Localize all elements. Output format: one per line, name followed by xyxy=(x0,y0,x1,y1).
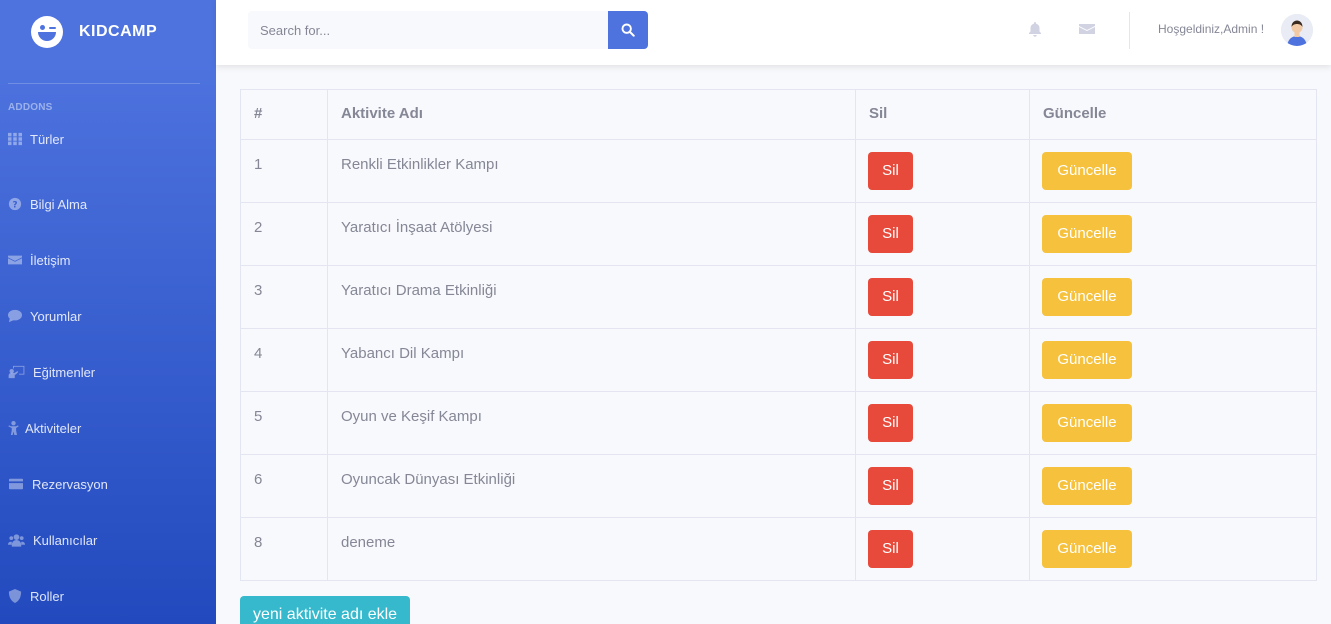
row-id: 2 xyxy=(240,202,328,266)
table-row: 3 Yaratıcı Drama Etkinliği Sil Güncelle xyxy=(240,265,1317,329)
row-id: 1 xyxy=(240,139,328,203)
table-row: 5 Oyun ve Keşif Kampı Sil Güncelle xyxy=(240,391,1317,455)
delete-button[interactable]: Sil xyxy=(868,404,913,442)
column-header-number: # xyxy=(240,89,328,140)
brand-logo-icon xyxy=(31,16,63,48)
add-activity-button[interactable]: yeni aktivite adı ekle xyxy=(240,596,411,624)
sidebar-item-yorumlar[interactable]: Yorumlar xyxy=(0,288,216,344)
delete-button[interactable]: Sil xyxy=(868,215,913,253)
sidebar-item-egitmenler[interactable]: Eğitmenler xyxy=(0,344,216,400)
sidebar-item-label: Türler xyxy=(30,131,64,147)
sidebar-item-label: Rezervasyon xyxy=(32,476,108,492)
sidebar-item-label: Kullanıcılar xyxy=(33,532,98,548)
sidebar-heading: ADDONS xyxy=(8,102,53,113)
sidebar-item-iletisim[interactable]: İletişim xyxy=(0,232,216,288)
sidebar-item-label: İletişim xyxy=(30,252,71,268)
sidebar-item-label: Yorumlar xyxy=(30,308,82,324)
grid-icon xyxy=(8,132,22,146)
table-row: 6 Oyuncak Dünyası Etkinliği Sil Güncelle xyxy=(240,454,1317,518)
user-greeting[interactable]: Hoşgeldiniz,Admin ! xyxy=(1158,22,1264,36)
topbar-divider xyxy=(1129,12,1130,49)
alerts-button[interactable] xyxy=(1026,20,1044,38)
sidebar-item-rezervasyon[interactable]: Rezervasyon xyxy=(0,456,216,512)
envelope-icon xyxy=(1079,24,1095,34)
row-id: 3 xyxy=(240,265,328,329)
search-form xyxy=(248,11,648,49)
row-id: 5 xyxy=(240,391,328,455)
update-button[interactable]: Güncelle xyxy=(1042,467,1132,505)
row-activity-name: Oyun ve Keşif Kampı xyxy=(327,391,856,455)
credit-card-icon xyxy=(8,477,24,491)
delete-button[interactable]: Sil xyxy=(868,278,913,316)
column-header-update: Güncelle xyxy=(1029,89,1317,140)
child-icon xyxy=(8,421,19,435)
table-row: 2 Yaratıcı İnşaat Atölyesi Sil Güncelle xyxy=(240,202,1317,266)
brand-link[interactable]: KIDCAMP xyxy=(0,0,216,64)
svg-text:?: ? xyxy=(12,201,17,211)
sidebar-item-turler[interactable]: Türler xyxy=(0,120,216,158)
delete-button[interactable]: Sil xyxy=(868,341,913,379)
sidebar-item-aktiviteler[interactable]: Aktiviteler xyxy=(0,400,216,456)
shield-icon xyxy=(8,589,22,603)
sidebar-item-roller[interactable]: Roller xyxy=(0,568,216,624)
comment-icon xyxy=(8,309,22,323)
update-button[interactable]: Güncelle xyxy=(1042,278,1132,316)
messages-button[interactable] xyxy=(1078,20,1096,38)
main-content: # Aktivite Adı Sil Güncelle 1 Renkli Etk… xyxy=(240,89,1317,624)
column-header-delete: Sil xyxy=(855,89,1030,140)
sidebar-item-label: Roller xyxy=(30,588,64,604)
table-row: 1 Renkli Etkinlikler Kampı Sil Güncelle xyxy=(240,139,1317,203)
row-id: 4 xyxy=(240,328,328,392)
update-button[interactable]: Güncelle xyxy=(1042,152,1132,190)
question-circle-icon: ? xyxy=(8,197,22,211)
table-row: 4 Yabancı Dil Kampı Sil Güncelle xyxy=(240,328,1317,392)
row-activity-name: Yaratıcı Drama Etkinliği xyxy=(327,265,856,329)
row-activity-name: Yabancı Dil Kampı xyxy=(327,328,856,392)
sidebar-item-label: Eğitmenler xyxy=(33,364,96,380)
row-activity-name: Renkli Etkinlikler Kampı xyxy=(327,139,856,203)
envelope-icon xyxy=(8,253,22,267)
topbar: Hoşgeldiniz,Admin ! xyxy=(216,0,1331,65)
table-row: 8 deneme Sil Güncelle xyxy=(240,517,1317,581)
chalkboard-teacher-icon xyxy=(8,365,25,379)
row-id: 6 xyxy=(240,454,328,518)
activities-table: # Aktivite Adı Sil Güncelle 1 Renkli Etk… xyxy=(240,89,1317,581)
row-activity-name: Oyuncak Dünyası Etkinliği xyxy=(327,454,856,518)
sidebar-item-label: Bilgi Alma xyxy=(30,196,88,212)
update-button[interactable]: Güncelle xyxy=(1042,341,1132,379)
delete-button[interactable]: Sil xyxy=(868,467,913,505)
update-button[interactable]: Güncelle xyxy=(1042,530,1132,568)
column-header-activity-name: Aktivite Adı xyxy=(327,89,856,140)
brand-name: KIDCAMP xyxy=(79,23,158,40)
sidebar-item-label: Aktiviteler xyxy=(25,420,82,436)
avatar[interactable] xyxy=(1281,14,1313,46)
row-activity-name: Yaratıcı İnşaat Atölyesi xyxy=(327,202,856,266)
delete-button[interactable]: Sil xyxy=(868,530,913,568)
sidebar-item-bilgi-alma[interactable]: ? Bilgi Alma xyxy=(0,176,216,232)
users-icon xyxy=(8,533,25,547)
row-activity-name: deneme xyxy=(327,517,856,581)
search-input[interactable] xyxy=(248,11,608,49)
bell-icon xyxy=(1029,22,1041,37)
update-button[interactable]: Güncelle xyxy=(1042,215,1132,253)
sidebar: KIDCAMP ADDONS Türler ? Bilgi Alma İleti… xyxy=(0,0,216,624)
sidebar-item-kullanicilar[interactable]: Kullanıcılar xyxy=(0,512,216,568)
search-icon xyxy=(621,23,635,37)
user-avatar-icon xyxy=(1281,14,1313,46)
search-button[interactable] xyxy=(608,11,648,49)
row-id: 8 xyxy=(240,517,328,581)
update-button[interactable]: Güncelle xyxy=(1042,404,1132,442)
delete-button[interactable]: Sil xyxy=(868,152,913,190)
table-header-row: # Aktivite Adı Sil Güncelle xyxy=(240,89,1317,140)
